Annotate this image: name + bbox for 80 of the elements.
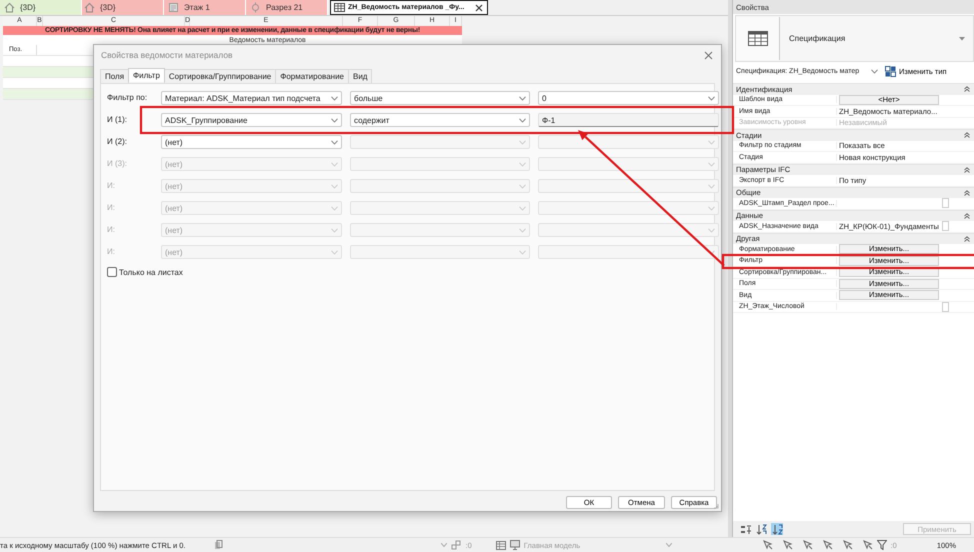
- view-tab[interactable]: {3D}: [82, 0, 164, 15]
- checkbox-label: Только на листах: [119, 268, 183, 276]
- chevron-down-icon: [331, 250, 338, 254]
- chevron-down-icon: [331, 184, 338, 188]
- chevron-down-icon: [519, 140, 526, 144]
- field-label: И:: [107, 180, 116, 192]
- chevron-down-icon: [708, 140, 715, 144]
- selection-tool-icon[interactable]: [842, 540, 853, 550]
- floor-plan-icon: [168, 2, 179, 13]
- field-label: И (1):: [107, 114, 128, 126]
- resize-grip-icon: [713, 503, 719, 509]
- type-selector[interactable]: Спецификация: [735, 15, 974, 62]
- tab[interactable]: Поля: [100, 69, 130, 83]
- link-icon: [451, 540, 462, 550]
- field-label: И:: [107, 202, 116, 214]
- chevron-down-icon: [871, 68, 878, 74]
- dropdown[interactable]: Материал: ADSK_Материал тип подсчета: [161, 91, 342, 105]
- tab[interactable]: Фильтр: [128, 68, 165, 82]
- chevron-down-icon: [331, 118, 338, 122]
- table-icon: [334, 2, 345, 13]
- sort-descending-icon[interactable]: [771, 523, 783, 535]
- field-label: И (2):: [107, 136, 128, 148]
- selection-tool-icon[interactable]: [822, 540, 833, 550]
- table-icon: [748, 31, 768, 46]
- chevron-down-icon: [708, 162, 715, 166]
- edit-type-icon: [885, 66, 896, 76]
- chevron-down-icon: [331, 96, 338, 100]
- collapse-icon[interactable]: [964, 212, 970, 219]
- tab[interactable]: Форматирование: [275, 69, 349, 83]
- input-field[interactable]: Ф-1: [538, 113, 719, 127]
- chevron-down-icon: [708, 184, 715, 188]
- chevron-down-icon: [708, 228, 715, 232]
- field-label: И (3):: [107, 158, 128, 170]
- view-tab[interactable]: Этаж 1: [164, 0, 246, 15]
- field-label: И:: [107, 224, 116, 236]
- dropdown[interactable]: ADSK_Группирование: [161, 113, 342, 127]
- section-marker-icon: [250, 2, 261, 13]
- dropdown[interactable]: (нет): [161, 135, 342, 149]
- field-label: И:: [107, 246, 116, 258]
- close-icon[interactable]: [475, 4, 483, 12]
- dialog-title: Свойства ведомости материалов: [101, 50, 234, 60]
- tab[interactable]: Вид: [348, 69, 372, 83]
- collapse-icon[interactable]: [964, 86, 970, 92]
- selection-tool-icon[interactable]: [762, 540, 773, 550]
- chevron-down-icon: [331, 206, 338, 210]
- chevron-down-icon: [331, 140, 338, 144]
- dropdown[interactable]: больше: [350, 91, 530, 105]
- view-tab[interactable]: Разрез 21: [246, 0, 328, 15]
- checkbox[interactable]: [107, 267, 117, 277]
- view-tab[interactable]: {3D}: [0, 0, 82, 15]
- collapse-icon[interactable]: [964, 132, 970, 138]
- tab[interactable]: Сортировка/Группирование: [164, 69, 276, 83]
- chevron-down-icon: [519, 206, 526, 210]
- chevron-down-icon: [519, 228, 526, 232]
- chevron-down-icon: [519, 184, 526, 188]
- categorize-icon[interactable]: [739, 523, 751, 535]
- selection-tool-icon[interactable]: [862, 540, 873, 550]
- house-icon: [4, 2, 15, 13]
- dropdown[interactable]: 0: [538, 91, 719, 105]
- chevron-down-icon: [708, 96, 715, 100]
- selection-tool-icon[interactable]: [782, 540, 793, 550]
- chevron-down-icon: [519, 250, 526, 254]
- caret-icon: [959, 36, 965, 40]
- chevron-down-icon: [331, 162, 338, 166]
- chevron-down-icon: [519, 118, 526, 122]
- table-icon: [496, 540, 506, 550]
- chevron-down-icon: [519, 162, 526, 166]
- field-label: Фильтр по:: [107, 92, 148, 104]
- chevron-down-icon: [708, 206, 715, 210]
- collapse-icon[interactable]: [964, 190, 970, 196]
- collapse-icon[interactable]: [964, 166, 970, 173]
- collapse-icon[interactable]: [964, 236, 970, 242]
- sort-ascending-icon[interactable]: [755, 523, 767, 535]
- filter-icon[interactable]: [876, 540, 887, 550]
- selection-tool-icon[interactable]: [802, 540, 813, 550]
- dropdown[interactable]: содержит: [350, 113, 530, 127]
- worksets-icon: [214, 540, 224, 550]
- chevron-down-icon: [519, 96, 526, 100]
- house-icon: [84, 2, 95, 13]
- chevron-down-icon: [331, 228, 338, 232]
